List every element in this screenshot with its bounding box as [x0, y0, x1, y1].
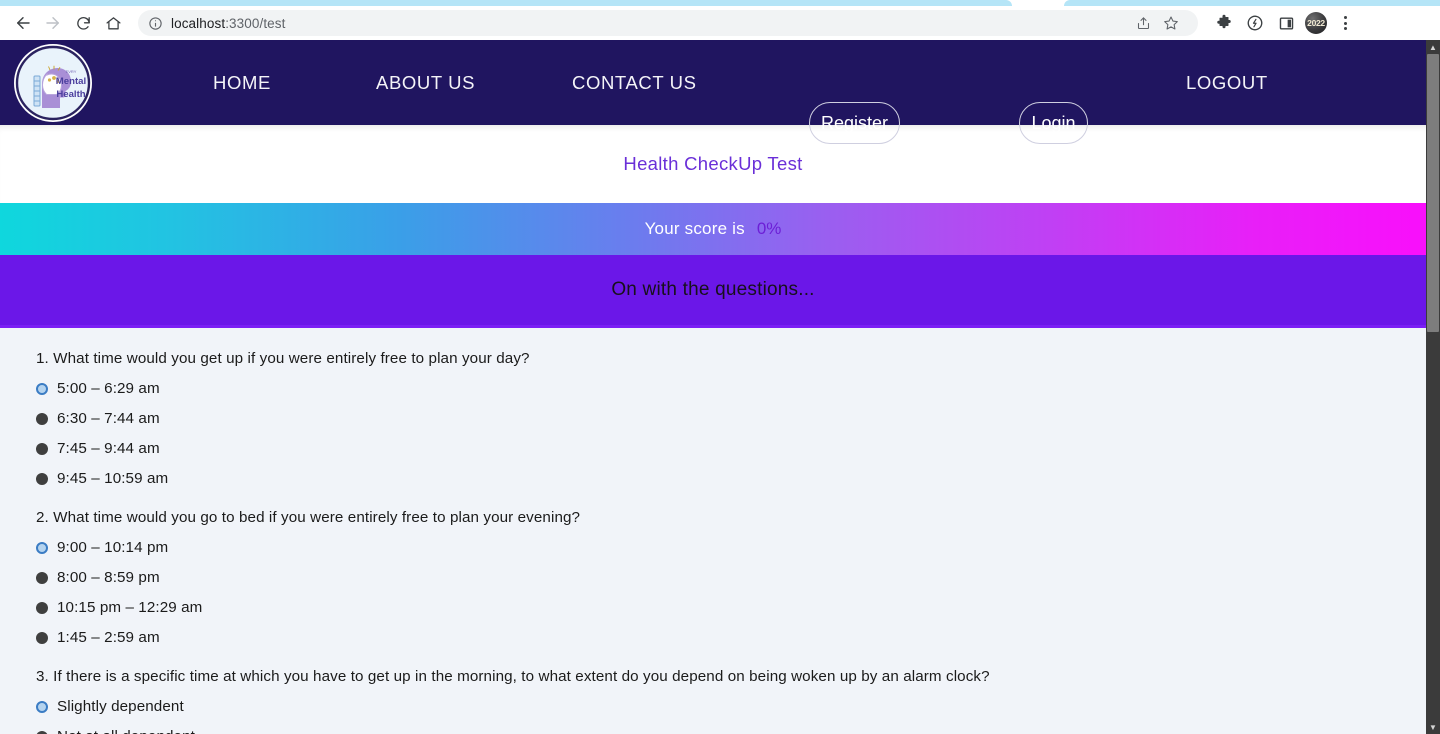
site-info-icon[interactable] — [148, 16, 163, 31]
svg-text:Mental: Mental — [56, 76, 86, 87]
browser-chrome: localhost:3300/test 2022 — [0, 0, 1440, 40]
radio-button[interactable] — [36, 541, 48, 554]
site-header: EVRY Mental Health HOME ABOUT US CONTACT… — [0, 40, 1426, 144]
page-scrollbar[interactable]: ▲ ▼ — [1426, 40, 1440, 734]
question-block: 1. What time would you get up if you wer… — [36, 350, 1426, 487]
scrollbar-down-arrow-icon[interactable]: ▼ — [1426, 720, 1440, 734]
side-panel-icon[interactable] — [1274, 11, 1298, 35]
radio-button[interactable] — [36, 631, 48, 644]
svg-text:Health: Health — [56, 89, 85, 100]
leaf-performance-icon[interactable] — [1243, 11, 1267, 35]
answer-option[interactable]: 9:45 – 10:59 am — [36, 470, 1426, 487]
login-button[interactable]: Login — [1019, 102, 1088, 144]
scrollbar-up-arrow-icon[interactable]: ▲ — [1426, 40, 1440, 54]
answer-option[interactable]: 6:30 – 7:44 am — [36, 410, 1426, 427]
radio-button[interactable] — [36, 601, 48, 614]
browser-extension-icons: 2022 — [1212, 11, 1327, 35]
questions-banner-text: On with the questions... — [611, 279, 815, 300]
radio-button[interactable] — [36, 571, 48, 584]
questions-list: 1. What time would you get up if you wer… — [0, 328, 1426, 734]
answer-option[interactable]: 10:15 pm – 12:29 am — [36, 599, 1426, 616]
radio-button[interactable] — [36, 412, 48, 425]
address-bar-url: localhost:3300/test — [171, 16, 285, 31]
nav-item-home[interactable]: HOME — [213, 72, 271, 94]
nav-item-about-us[interactable]: ABOUT US — [376, 72, 475, 94]
answer-option[interactable]: 7:45 – 9:44 am — [36, 440, 1426, 457]
question-block: 3. If there is a specific time at which … — [36, 668, 1426, 734]
question-text: 3. If there is a specific time at which … — [36, 668, 990, 685]
answer-option[interactable]: 9:00 – 10:14 pm — [36, 539, 1426, 556]
back-arrow-icon[interactable] — [8, 8, 38, 38]
answer-option-label: 6:30 – 7:44 am — [57, 410, 160, 427]
score-label: Your score is — [644, 219, 745, 238]
browser-nav-buttons — [8, 8, 128, 38]
register-button[interactable]: Register — [809, 102, 900, 144]
browser-toolbar: localhost:3300/test 2022 — [0, 6, 1440, 40]
answer-option-label: 1:45 – 2:59 am — [57, 629, 160, 646]
score-value: 0% — [756, 219, 782, 238]
svg-text:EVRY: EVRY — [66, 69, 77, 74]
nav-item-contact-us[interactable]: CONTACT US — [572, 72, 697, 94]
answer-option-label: 7:45 – 9:44 am — [57, 440, 160, 457]
answer-option-label: 9:45 – 10:59 am — [57, 470, 169, 487]
answer-option-label: 8:00 – 8:59 pm — [57, 569, 160, 586]
answer-option[interactable]: 8:00 – 8:59 pm — [36, 569, 1426, 586]
mental-health-logo-icon: EVRY Mental Health — [15, 45, 91, 121]
answer-option-label: Not at all dependent — [57, 728, 195, 734]
question-text: 2. What time would you go to bed if you … — [36, 509, 581, 526]
question-text: 1. What time would you get up if you wer… — [36, 350, 530, 367]
url-host: localhost — [171, 15, 226, 31]
page-title-band: Health CheckUp Test — [0, 125, 1426, 203]
star-bookmark-icon[interactable] — [1158, 10, 1184, 36]
site-logo[interactable]: EVRY Mental Health — [14, 44, 92, 122]
answer-option[interactable]: 5:00 – 6:29 am — [36, 380, 1426, 397]
answer-option[interactable]: Slightly dependent — [36, 698, 1426, 715]
radio-button[interactable] — [36, 700, 48, 713]
radio-button[interactable] — [36, 442, 48, 455]
radio-button[interactable] — [36, 472, 48, 485]
puzzle-extensions-icon[interactable] — [1212, 11, 1236, 35]
forward-arrow-icon[interactable] — [38, 8, 68, 38]
answer-option-label: Slightly dependent — [57, 698, 184, 715]
page-viewport: EVRY Mental Health HOME ABOUT US CONTACT… — [0, 40, 1426, 734]
question-block: 2. What time would you go to bed if you … — [36, 509, 1426, 646]
answer-option[interactable]: Not at all dependent — [36, 728, 1426, 734]
profile-avatar[interactable]: 2022 — [1305, 12, 1327, 34]
questions-banner: On with the questions... — [0, 255, 1426, 328]
radio-button[interactable] — [36, 382, 48, 395]
page-title: Health CheckUp Test — [623, 153, 803, 174]
home-icon[interactable] — [98, 8, 128, 38]
radio-button[interactable] — [36, 730, 48, 734]
answer-option[interactable]: 1:45 – 2:59 am — [36, 629, 1426, 646]
scrollbar-thumb[interactable] — [1427, 54, 1439, 332]
address-bar[interactable]: localhost:3300/test — [138, 10, 1198, 36]
logout-link[interactable]: LOGOUT — [1186, 72, 1268, 94]
answer-option-label: 10:15 pm – 12:29 am — [57, 599, 203, 616]
three-dot-menu-icon[interactable] — [1333, 11, 1357, 35]
reload-icon[interactable] — [68, 8, 98, 38]
answer-option-label: 9:00 – 10:14 pm — [57, 539, 169, 556]
answer-option-label: 5:00 – 6:29 am — [57, 380, 160, 397]
score-band: Your score is 0% — [0, 203, 1426, 255]
address-bar-actions — [1130, 10, 1188, 36]
share-icon[interactable] — [1130, 10, 1156, 36]
url-path: :3300/test — [225, 15, 286, 31]
